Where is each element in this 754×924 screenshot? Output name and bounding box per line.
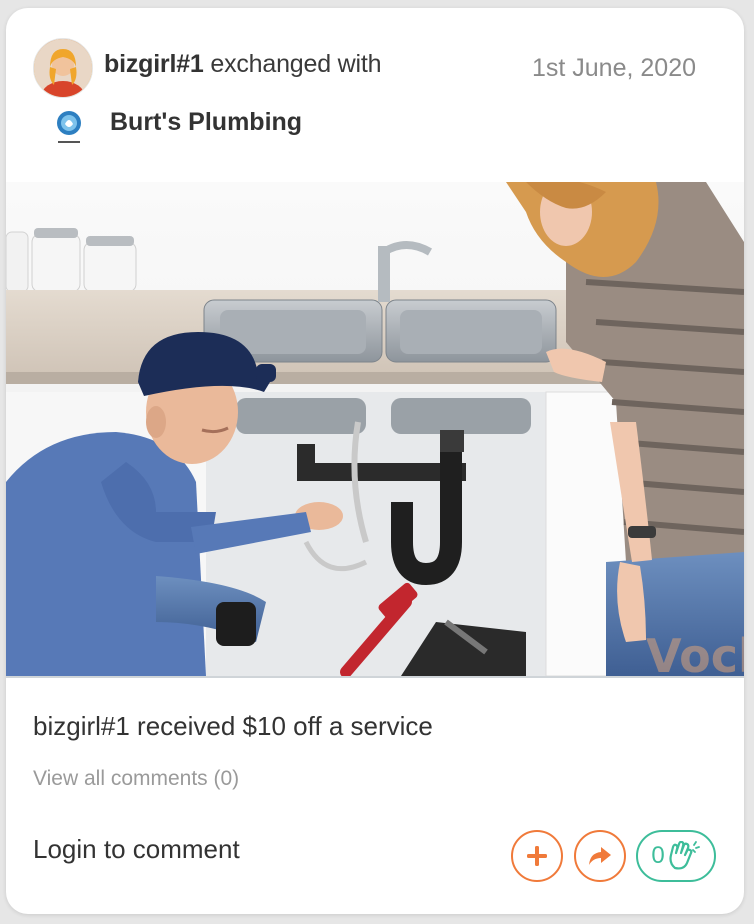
clap-count: 0 — [651, 842, 665, 869]
business-name-link[interactable]: Burt's Plumbing — [110, 108, 302, 137]
photo-divider — [6, 676, 744, 678]
post-caption: bizgirl#1 received $10 off a service — [33, 711, 433, 741]
clap-button[interactable]: 0 — [636, 830, 716, 882]
post-card: bizgirl#1 exchanged with 1st June, 2020 … — [6, 8, 744, 914]
post-photo[interactable]: Vock — [6, 182, 744, 676]
post-header-text: bizgirl#1 exchanged with — [104, 50, 382, 84]
username-link[interactable]: bizgirl#1 — [104, 50, 204, 78]
share-arrow-icon — [589, 847, 611, 865]
clap-hands-icon — [669, 841, 700, 870]
login-to-comment-link[interactable]: Login to comment — [33, 834, 240, 865]
photo-watermark: Vock — [646, 629, 744, 676]
view-comments-link[interactable]: View all comments (0) — [33, 767, 239, 791]
share-button[interactable] — [574, 830, 626, 882]
post-date: 1st June, 2020 — [531, 54, 696, 82]
user-avatar[interactable] — [33, 38, 93, 98]
business-logo[interactable] — [50, 104, 88, 150]
add-button[interactable] — [511, 830, 563, 882]
action-text: exchanged with — [210, 50, 382, 78]
plus-icon — [527, 846, 547, 866]
